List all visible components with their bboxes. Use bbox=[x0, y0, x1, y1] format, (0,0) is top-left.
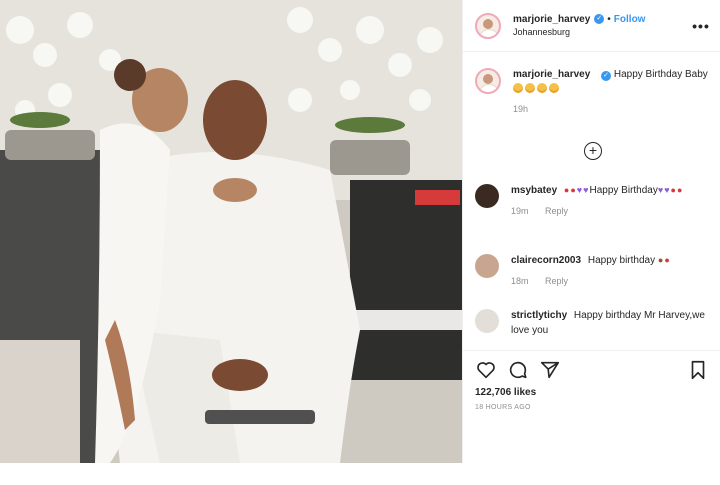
author-info: marjorie_harvey ✓ • Follow Johannesburg bbox=[513, 14, 692, 38]
author-avatar[interactable] bbox=[475, 12, 501, 39]
post-actions: 122,706 likes 18 HOURS AGO bbox=[463, 350, 720, 411]
purple-heart-icon: ♥ bbox=[583, 185, 589, 195]
post-photo-illustration bbox=[0, 0, 462, 463]
author-username[interactable]: marjorie_harvey bbox=[513, 14, 590, 25]
comment-text: Happy bbox=[589, 185, 619, 196]
comment-time: 19m bbox=[511, 205, 529, 216]
comment-item: strictlytichy Happy birthday Mr Harvey,w… bbox=[475, 309, 711, 338]
emoji-group bbox=[513, 82, 561, 95]
likes-count[interactable]: 122,706 likes bbox=[475, 387, 709, 398]
bookmark-icon[interactable] bbox=[687, 359, 709, 381]
paper-plane-icon[interactable] bbox=[539, 359, 561, 381]
purple-heart-icon: ♥ bbox=[664, 185, 670, 195]
verified-badge-icon: ✓ bbox=[594, 14, 605, 25]
comment-item: msybatey ●●♥♥Happy Birthday♥♥●● 19m Repl… bbox=[475, 184, 711, 218]
post-sidebar: marjorie_harvey ✓ • Follow Johannesburg … bbox=[462, 0, 720, 463]
cake-icon: ● bbox=[657, 255, 664, 265]
commenter-avatar[interactable] bbox=[475, 309, 499, 333]
comment-bubble-icon[interactable] bbox=[507, 359, 529, 381]
instagram-post: marjorie_harvey ✓ • Follow Johannesburg … bbox=[0, 0, 720, 463]
emoji-icon bbox=[525, 82, 535, 93]
balloon-icon: ● bbox=[570, 185, 576, 195]
comment-username[interactable]: strictlytichy bbox=[511, 310, 567, 321]
reply-button[interactable]: Reply bbox=[545, 276, 568, 286]
comment-username[interactable]: msybatey bbox=[511, 185, 557, 196]
caption-time: 19h bbox=[513, 104, 529, 114]
reply-button[interactable]: Reply bbox=[545, 206, 568, 216]
comment-username[interactable]: clairecorn2003 bbox=[511, 255, 581, 266]
comment-text: Birthday bbox=[621, 185, 658, 196]
comment-time: 18m bbox=[511, 275, 529, 286]
post-timestamp: 18 HOURS AGO bbox=[475, 404, 531, 411]
more-options-icon[interactable]: ••• bbox=[692, 18, 710, 34]
emoji-icon bbox=[537, 82, 547, 93]
balloon-icon: ● bbox=[664, 255, 670, 265]
emoji-icon bbox=[549, 82, 559, 93]
plus-circle-icon[interactable]: + bbox=[584, 142, 602, 160]
separator-dot: • bbox=[607, 13, 611, 25]
caption-username[interactable]: marjorie_harvey bbox=[513, 69, 590, 80]
comment-item: clairecorn2003 Happy birthday ●● 18m Rep… bbox=[475, 254, 711, 288]
purple-heart-icon: ♥ bbox=[576, 185, 583, 195]
caption-avatar[interactable] bbox=[475, 68, 501, 94]
heart-outline-icon[interactable] bbox=[475, 359, 497, 381]
commenter-avatar[interactable] bbox=[475, 184, 499, 208]
follow-button[interactable]: Follow bbox=[614, 14, 646, 25]
purple-heart-icon: ♥ bbox=[657, 185, 664, 195]
caption-text: Happy Birthday Baby bbox=[613, 69, 708, 80]
comment-text: Happy birthday bbox=[587, 255, 656, 266]
balloon-icon: ● bbox=[676, 185, 683, 195]
commenter-avatar[interactable] bbox=[475, 254, 499, 278]
post-header: marjorie_harvey ✓ • Follow Johannesburg … bbox=[463, 0, 720, 52]
post-caption: marjorie_harvey ✓ Happy Birthday Baby 19… bbox=[475, 68, 711, 116]
emoji-icon bbox=[513, 82, 523, 93]
balloon-icon: ● bbox=[670, 185, 676, 195]
post-location[interactable]: Johannesburg bbox=[513, 27, 692, 38]
verified-badge-icon: ✓ bbox=[601, 71, 612, 81]
balloon-icon: ● bbox=[563, 185, 570, 195]
post-photo[interactable] bbox=[0, 0, 462, 463]
